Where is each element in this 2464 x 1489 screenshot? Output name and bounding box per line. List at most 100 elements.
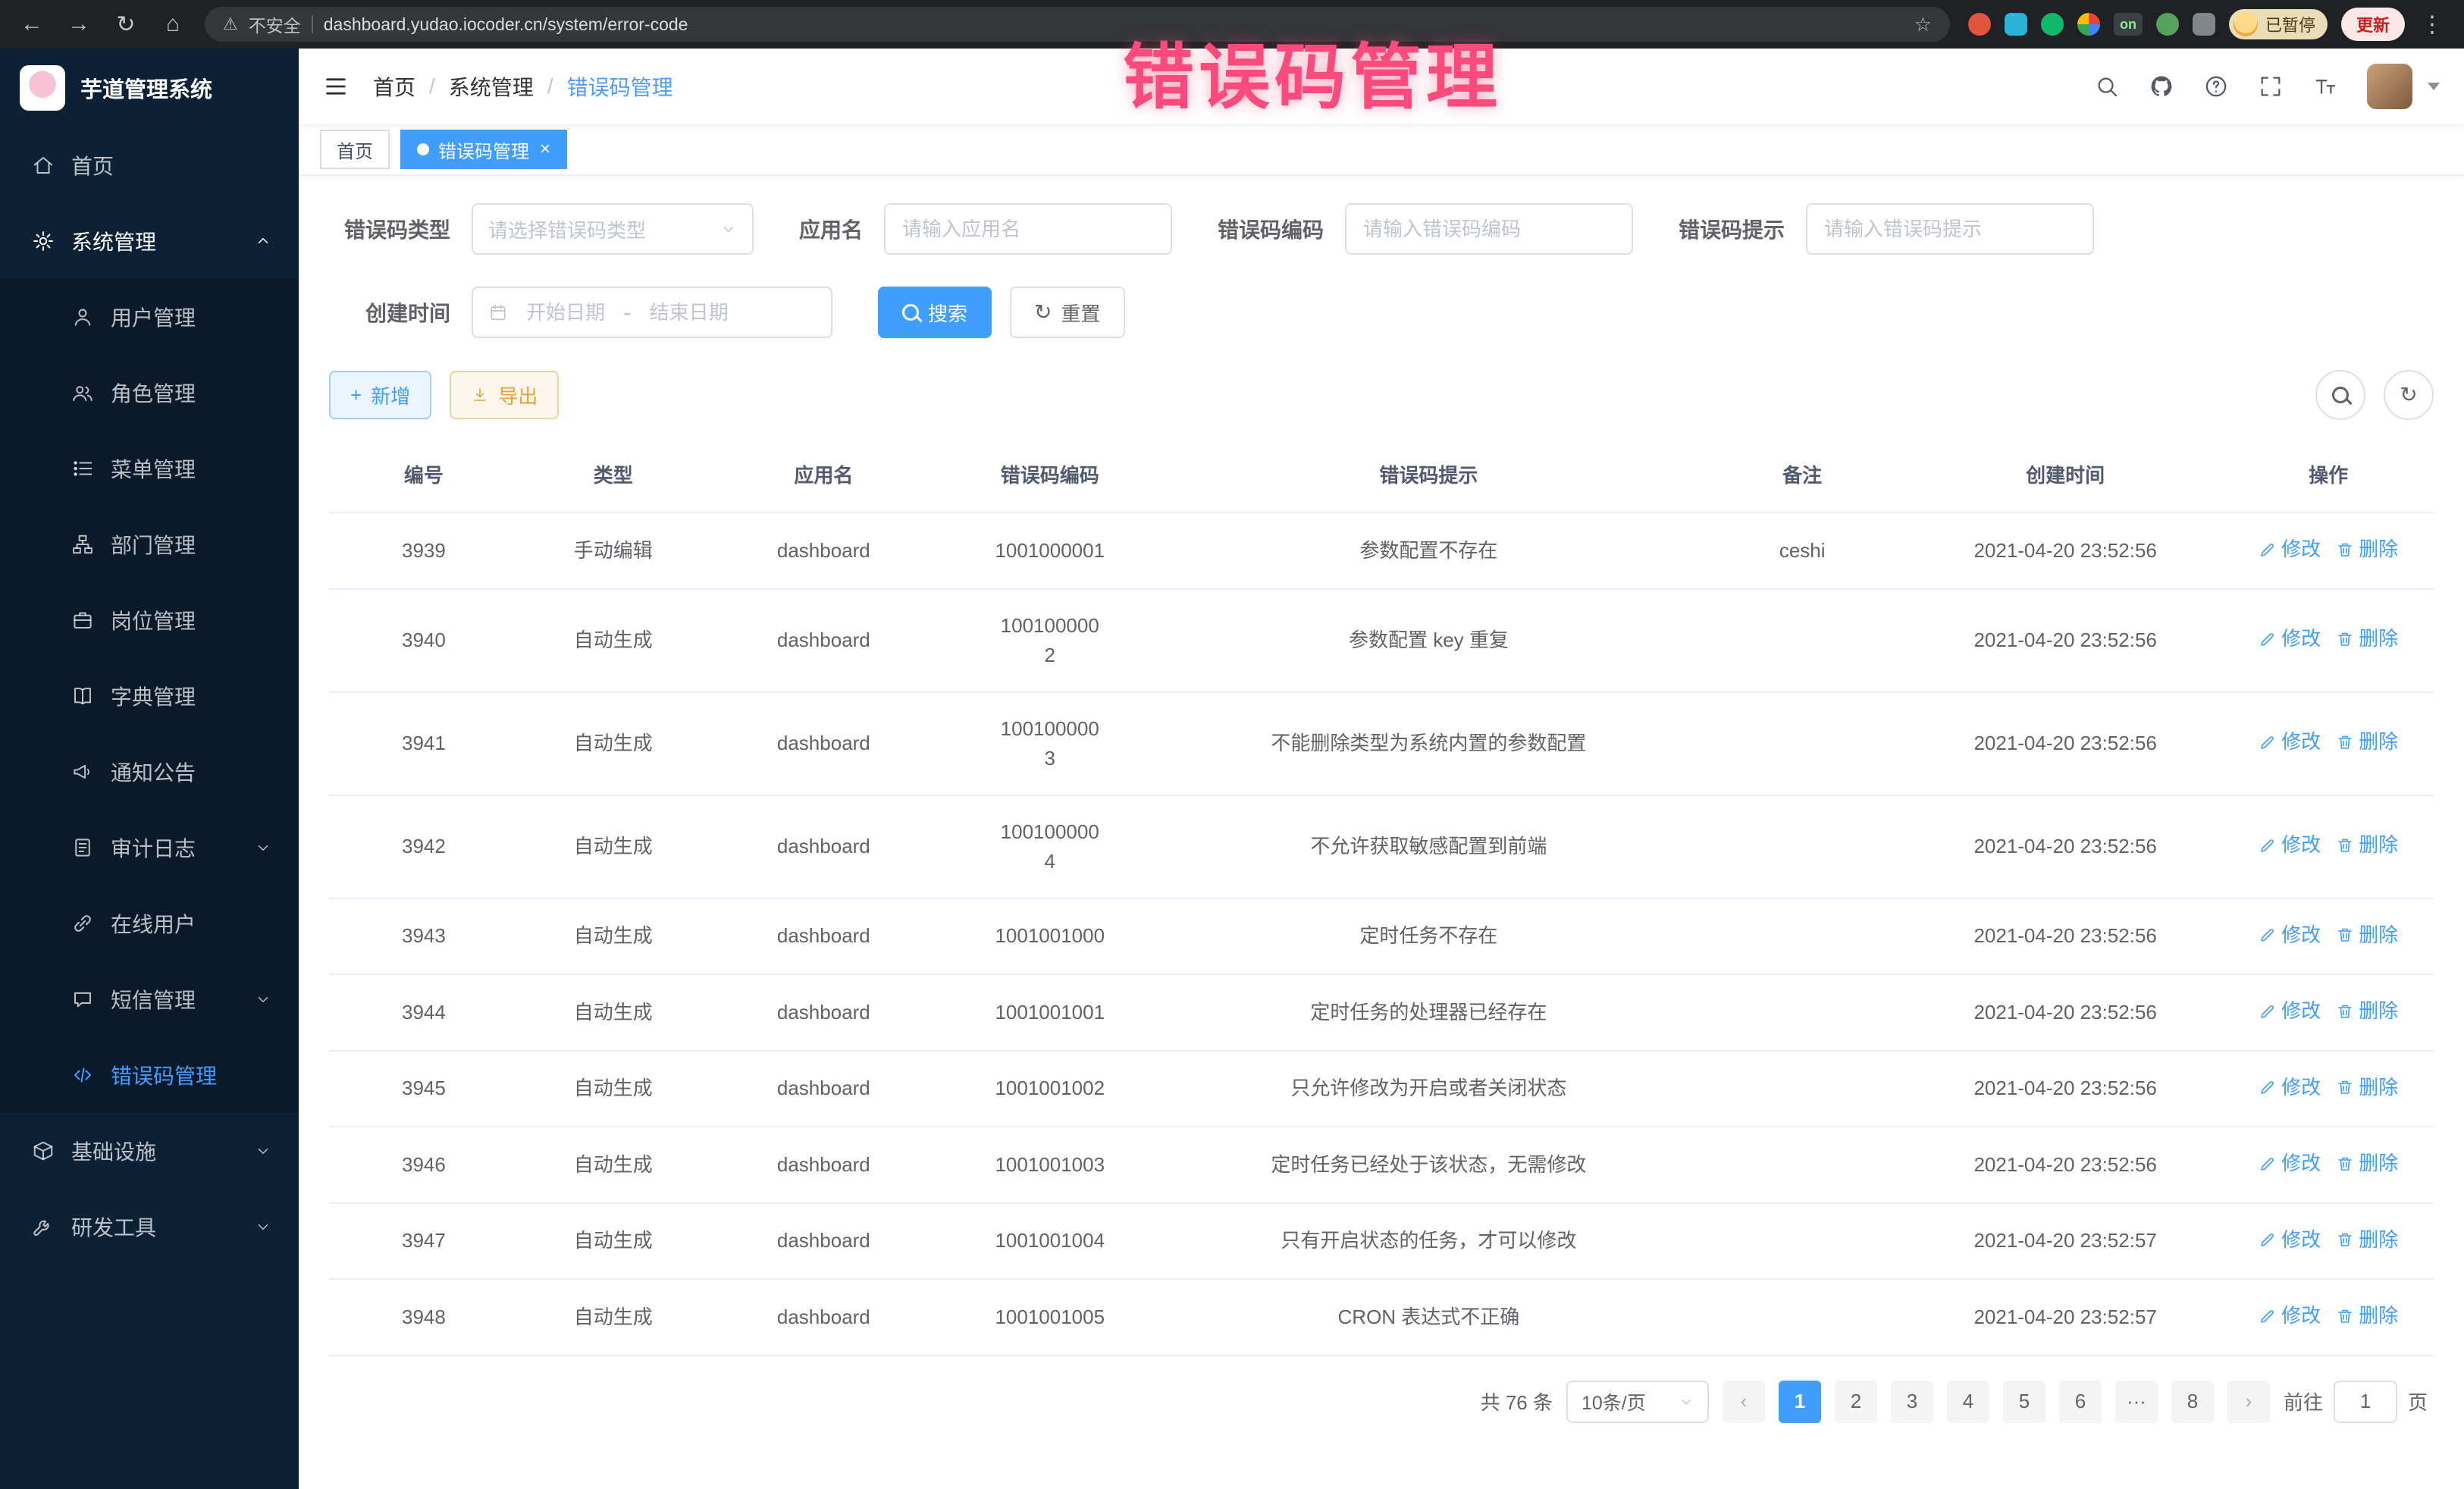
edit-link[interactable]: 修改	[2259, 1149, 2321, 1178]
address-bar[interactable]: ⚠ 不安全 dashboard.yudao.iocoder.cn/system/…	[205, 7, 1950, 42]
header-search-icon[interactable]	[2094, 74, 2120, 99]
pager-page-3[interactable]: 3	[1891, 1381, 1933, 1423]
sidebar-item-label: 用户管理	[111, 302, 196, 332]
delete-link[interactable]: 删除	[2336, 1149, 2398, 1178]
tag-close-icon[interactable]: ×	[540, 139, 550, 160]
error-code-input[interactable]	[1345, 203, 1633, 255]
create-time-range-picker[interactable]: -	[472, 287, 832, 338]
sidebar-item-gear[interactable]: 系统管理	[0, 203, 299, 279]
delete-link[interactable]: 删除	[2336, 996, 2398, 1026]
delete-link[interactable]: 删除	[2336, 830, 2398, 860]
sidebar-item-user[interactable]: 用户管理	[0, 279, 299, 355]
avatar-caret-down-icon[interactable]	[2428, 83, 2440, 90]
bookmark-star-icon[interactable]: ☆	[1914, 13, 1932, 36]
sidebar-item-message[interactable]: 短信管理	[0, 961, 299, 1037]
app-logo[interactable]: 芋道管理系统	[0, 49, 299, 127]
reset-button[interactable]: ↻ 重置	[1010, 287, 1124, 338]
extension-icon-red[interactable]	[1968, 13, 1991, 36]
export-button[interactable]: 导出	[450, 371, 559, 419]
delete-link[interactable]: 删除	[2336, 1225, 2398, 1255]
sidebar-item-menu[interactable]: 菜单管理	[0, 431, 299, 506]
profile-chip[interactable]: 已暂停	[2229, 9, 2328, 39]
breadcrumb-system[interactable]: 系统管理	[449, 71, 534, 102]
extension-icon-teal[interactable]	[2005, 13, 2027, 36]
pager-ellipsis[interactable]: ···	[2115, 1381, 2158, 1423]
extension-icon-grid[interactable]	[2077, 13, 2100, 36]
delete-link[interactable]: 删除	[2336, 1301, 2398, 1331]
refresh-button[interactable]: ↻	[2384, 370, 2434, 420]
sidebar-item-badge[interactable]: 岗位管理	[0, 582, 299, 658]
extension-icon-leaf[interactable]	[2156, 13, 2179, 36]
github-icon[interactable]	[2149, 74, 2174, 99]
breadcrumb-home[interactable]: 首页	[373, 71, 415, 102]
cell-created: 2021-04-20 23:52:56	[1908, 974, 2223, 1051]
sidebar-item-link[interactable]: 在线用户	[0, 886, 299, 961]
edit-link[interactable]: 修改	[2259, 624, 2321, 654]
sidebar-item-book[interactable]: 字典管理	[0, 658, 299, 734]
sidebar-item-org[interactable]: 部门管理	[0, 506, 299, 582]
help-icon[interactable]	[2203, 74, 2229, 99]
reload-button[interactable]: ↻	[112, 11, 140, 38]
sidebar-item-home[interactable]: 首页	[0, 127, 299, 203]
pager-prev-button[interactable]: ‹	[1723, 1381, 1765, 1423]
font-size-icon[interactable]	[2312, 74, 2338, 99]
pager-page-4[interactable]: 4	[1947, 1381, 1989, 1423]
edit-link[interactable]: 修改	[2259, 1301, 2321, 1331]
hamburger-icon[interactable]	[323, 74, 349, 99]
browser-menu-icon[interactable]: ⋮	[2419, 11, 2446, 38]
page-size-select[interactable]: 10条/页	[1566, 1381, 1709, 1423]
user-avatar[interactable]	[2367, 64, 2412, 109]
pager-page-8[interactable]: 8	[2171, 1381, 2214, 1423]
cell-actions: 修改删除	[2223, 589, 2434, 692]
pagination: 共 76 条 10条/页 ‹ 123456···8 › 前往 页	[329, 1381, 2428, 1453]
cell-code: 1001000002	[939, 589, 1160, 692]
edit-link[interactable]: 修改	[2259, 727, 2321, 757]
cell-remark	[1697, 795, 1908, 898]
sidebar-item-code[interactable]: 错误码管理	[0, 1037, 299, 1113]
error-hint-input[interactable]	[1806, 203, 2094, 255]
forward-button[interactable]: →	[65, 11, 92, 37]
sidebar-item-box[interactable]: 基础设施	[0, 1113, 299, 1189]
extensions-puzzle-icon[interactable]	[2193, 13, 2215, 36]
fullscreen-icon[interactable]	[2258, 74, 2284, 99]
sidebar-item-megaphone[interactable]: 通知公告	[0, 734, 299, 810]
search-button[interactable]: 搜索	[878, 287, 992, 338]
extension-on-badge[interactable]: on	[2114, 13, 2143, 36]
pager-page-5[interactable]: 5	[2003, 1381, 2045, 1423]
sidebar-item-doc[interactable]: 审计日志	[0, 810, 299, 886]
start-date-input[interactable]	[517, 301, 614, 324]
delete-link[interactable]: 删除	[2336, 920, 2398, 950]
edit-link[interactable]: 修改	[2259, 534, 2321, 564]
pager-page-1[interactable]: 1	[1779, 1381, 1821, 1423]
edit-link[interactable]: 修改	[2259, 996, 2321, 1026]
edit-link[interactable]: 修改	[2259, 920, 2321, 950]
pager-page-6[interactable]: 6	[2059, 1381, 2102, 1423]
edit-link[interactable]: 修改	[2259, 1073, 2321, 1102]
delete-link[interactable]: 删除	[2336, 1073, 2398, 1102]
error-type-select[interactable]: 请选择错误码类型	[472, 203, 754, 255]
pager-page-2[interactable]: 2	[1835, 1381, 1877, 1423]
extension-icon-green[interactable]	[2041, 13, 2064, 36]
cell-created: 2021-04-20 23:52:56	[1908, 898, 2223, 975]
show-search-toggle-button[interactable]	[2315, 370, 2365, 420]
link-icon	[71, 912, 94, 935]
home-button[interactable]: ⌂	[159, 11, 187, 37]
edit-link[interactable]: 修改	[2259, 830, 2321, 860]
back-button[interactable]: ←	[18, 11, 45, 37]
cell-actions: 修改删除	[2223, 1279, 2434, 1356]
sidebar-item-tool[interactable]: 研发工具	[0, 1189, 299, 1265]
delete-link[interactable]: 删除	[2336, 727, 2398, 757]
app-name-input[interactable]	[884, 203, 1172, 255]
goto-page-input[interactable]	[2334, 1381, 2397, 1423]
edit-link[interactable]: 修改	[2259, 1225, 2321, 1255]
pager-next-button[interactable]: ›	[2227, 1381, 2270, 1423]
logo-image	[20, 65, 65, 111]
update-button[interactable]: 更新	[2341, 8, 2405, 41]
end-date-input[interactable]	[641, 301, 738, 324]
tag-home[interactable]: 首页	[320, 130, 390, 169]
delete-link[interactable]: 删除	[2336, 624, 2398, 654]
tag-error-code[interactable]: 错误码管理 ×	[400, 130, 567, 169]
add-button[interactable]: + 新增	[329, 371, 431, 419]
delete-link[interactable]: 删除	[2336, 534, 2398, 564]
sidebar-item-users[interactable]: 角色管理	[0, 355, 299, 431]
